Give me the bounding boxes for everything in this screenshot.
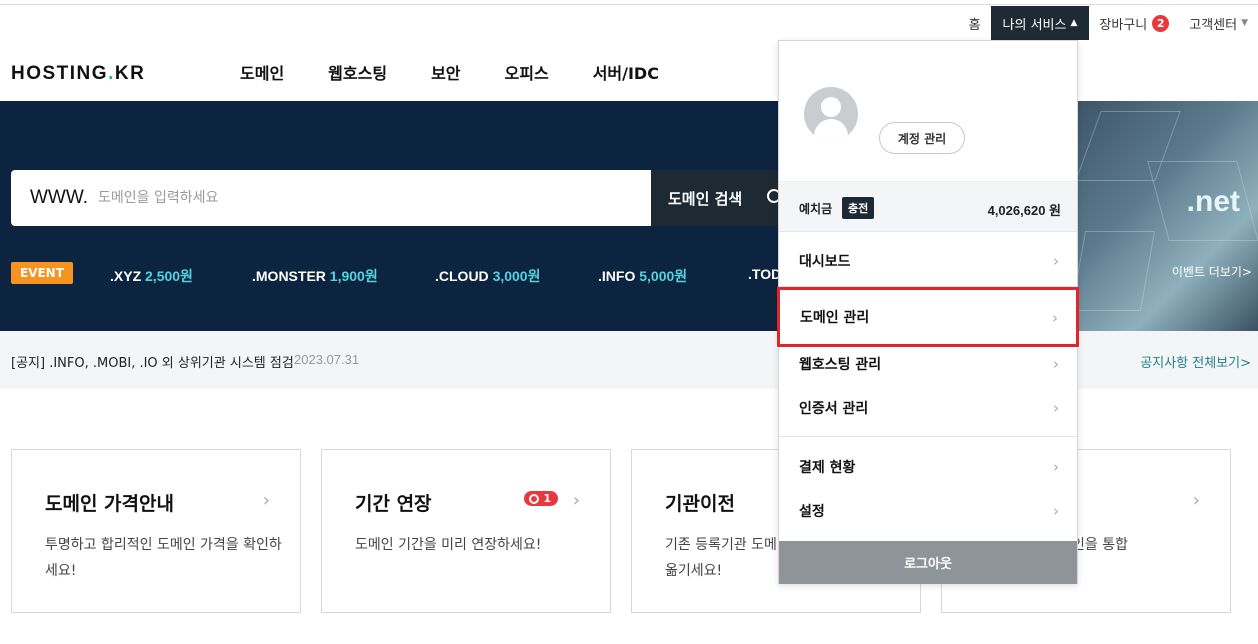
menu-webhosting-manage[interactable]: 웹호스팅 관리 › [779, 342, 1077, 386]
nav-webhosting[interactable]: 웹호스팅 [328, 60, 387, 84]
nav-office[interactable]: 오피스 [505, 60, 549, 84]
menu-label: 도메인 관리 [800, 310, 870, 326]
logout-button[interactable]: 로그아웃 [779, 541, 1077, 584]
deposit-amount: 4,026,620 원 [987, 203, 1061, 218]
main-nav: 도메인 웹호스팅 보안 오피스 서버/IDC [218, 60, 681, 84]
chevron-right-icon: › [572, 490, 580, 511]
event-tld-cloud[interactable]: .CLOUD 3,000원 [435, 266, 540, 286]
my-services-dropdown: 계정 관리 예치금 충전 4,026,620 원 대시보드 › 도메인 관리 › 웹… [777, 40, 1079, 584]
domain-search-button[interactable]: 도메인 검색 [651, 170, 781, 226]
net-event-banner[interactable]: .net 이벤트 더보기> [1068, 101, 1258, 331]
avatar-body [814, 119, 848, 141]
menu-label: 대시보드 [799, 254, 851, 270]
event-tld-xyz[interactable]: .XYZ 2,500원 [110, 266, 193, 286]
chevron-right-icon: › [1052, 309, 1058, 327]
menu-settings[interactable]: 설정 › [779, 489, 1077, 533]
logo-text-1: HOSTING [11, 63, 109, 84]
cart-count-badge: 2 [1152, 14, 1170, 32]
deposit-row: 예치금 충전 4,026,620 원 [779, 181, 1077, 232]
card-desc: 인을 통합 [1072, 537, 1128, 553]
chevron-right-icon: › [1053, 458, 1059, 476]
chevron-right-icon: › [262, 490, 270, 511]
notice-all-link[interactable]: 공지사항 전체보기> [1140, 352, 1251, 371]
notice-text[interactable]: [공지] .INFO, .MOBI, .IO 외 상위기관 시스템 점검 [11, 352, 294, 371]
logo-text-2: KR [114, 63, 146, 84]
my-services-label: 나의 서비스 [1002, 17, 1067, 33]
avatar [804, 87, 858, 141]
tld-name: .TOD [748, 266, 782, 282]
card-desc: 투명하고 합리적인 도메인 가격을 확인하세요! [45, 537, 282, 579]
card-renewal[interactable]: 기간 연장 도메인 기간을 미리 연장하세요! 1 › [321, 449, 611, 613]
domain-search-button-label: 도메인 검색 [668, 189, 743, 208]
event-tld-monster[interactable]: .MONSTER 1,900원 [252, 266, 378, 286]
tld-price: 3,000원 [492, 268, 541, 284]
deposit-label: 예치금 [799, 202, 833, 216]
charge-button[interactable]: 충전 [842, 197, 875, 219]
cart-link[interactable]: 장바구니 2 [1089, 6, 1179, 40]
cart-label: 장바구니 [1099, 17, 1148, 33]
my-services-button[interactable]: 나의 서비스 ▲ [990, 6, 1090, 40]
menu-label: 설정 [799, 504, 825, 520]
tld-name: .INFO [598, 268, 636, 284]
menu-label: 웹호스팅 관리 [799, 357, 882, 373]
domain-search-box: WWW. [11, 170, 651, 226]
top-border [0, 4, 1258, 5]
menu-certificate-manage[interactable]: 인증서 관리 › [779, 386, 1077, 430]
tld-price: 1,900원 [329, 268, 378, 284]
tld-name: .CLOUD [435, 268, 489, 284]
tld-price: 2,500원 [145, 268, 193, 284]
menu-label: 결제 현황 [799, 460, 856, 476]
net-banner-text: .net [1186, 185, 1240, 218]
support-label: 고객센터 [1189, 17, 1238, 33]
event-tld-tod[interactable]: .TOD [748, 266, 781, 282]
chevron-right-icon: › [1053, 399, 1059, 417]
nav-domain[interactable]: 도메인 [240, 60, 284, 84]
chevron-right-icon: › [1053, 252, 1059, 270]
chevron-right-icon: › [1053, 355, 1059, 373]
utility-bar: 홈 나의 서비스 ▲ 장바구니 2 고객센터 ▼ [959, 6, 1258, 40]
clock-icon [529, 493, 540, 504]
chevron-right-icon: › [1192, 490, 1200, 511]
renewal-count-badge: 1 [524, 491, 558, 506]
nav-server-idc[interactable]: 서버/IDC [593, 60, 659, 84]
logo-dot: . [108, 63, 115, 84]
hex-decor-3 [1070, 231, 1156, 311]
chevron-right-icon: › [1053, 502, 1059, 520]
menu-dashboard[interactable]: 대시보드 › [779, 239, 1077, 283]
notice-date: 2023.07.31 [294, 352, 360, 367]
avatar-head [821, 97, 841, 117]
account-manage-button[interactable]: 계정 관리 [879, 122, 965, 154]
card-domain-price[interactable]: 도메인 가격안내 투명하고 합리적인 도메인 가격을 확인하세요! › [11, 449, 301, 613]
www-prefix: WWW. [30, 187, 89, 208]
renewal-count: 1 [543, 492, 551, 505]
support-link[interactable]: 고객센터 ▼ [1179, 6, 1258, 40]
menu-payment-status[interactable]: 결제 현황 › [779, 445, 1077, 489]
tld-price: 5,000원 [639, 268, 688, 284]
site-logo[interactable]: HOSTING.KR [11, 63, 145, 85]
card-desc: 도메인 기간을 미리 연장하세요! [355, 537, 542, 553]
card-title: 기간 연장 [355, 493, 432, 515]
domain-search-input[interactable] [98, 190, 619, 206]
caret-up-icon: ▲ [1070, 18, 1078, 28]
menu-label: 인증서 관리 [799, 401, 869, 417]
tld-name: .MONSTER [252, 268, 326, 284]
tld-name: .XYZ [110, 268, 142, 284]
menu-domain-manage[interactable]: 도메인 관리 › [777, 287, 1079, 347]
nav-security[interactable]: 보안 [431, 60, 460, 84]
card-title: 도메인 가격안내 [45, 493, 174, 515]
caret-down-icon: ▼ [1241, 18, 1248, 28]
event-badge: EVENT [11, 262, 73, 284]
card-title: 기관이전 [665, 493, 735, 515]
event-more-link[interactable]: 이벤트 더보기> [1172, 263, 1252, 280]
divider [779, 436, 1077, 437]
home-link[interactable]: 홈 [959, 6, 991, 40]
event-tld-info[interactable]: .INFO 5,000원 [598, 266, 687, 286]
